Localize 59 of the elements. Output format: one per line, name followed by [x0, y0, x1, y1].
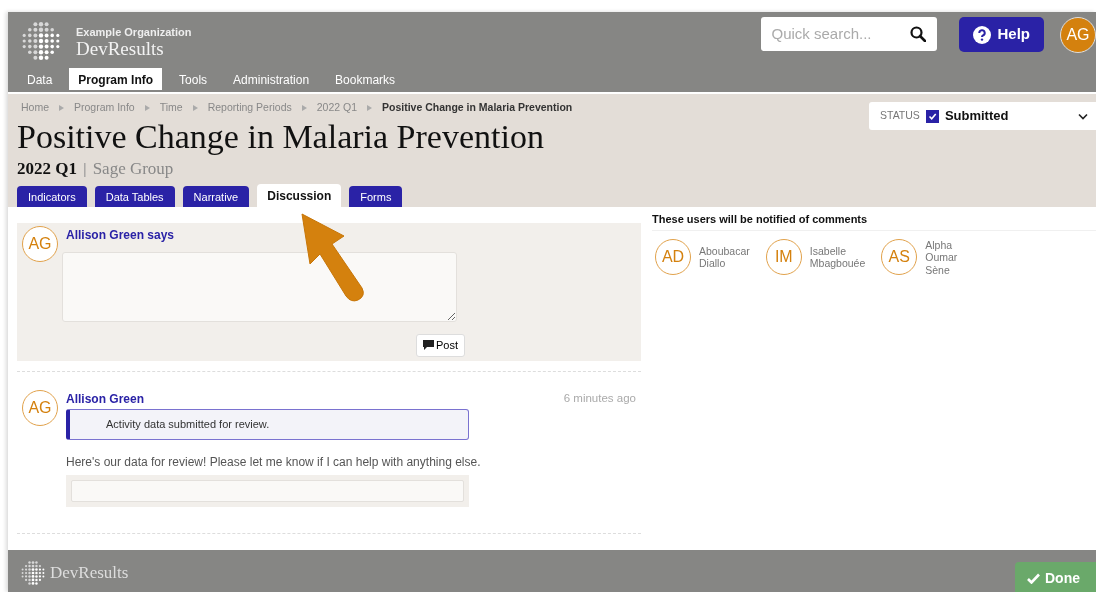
breadcrumb-item[interactable]: 2022 Q1 — [316, 100, 357, 116]
comment-author[interactable]: Allison Green — [66, 390, 481, 408]
comment-text: Here's our data for review! Please let me know if I can help with anything else. — [66, 453, 481, 471]
breadcrumb-item[interactable]: Program Info — [74, 100, 135, 116]
breadcrumb-item[interactable]: Home — [21, 100, 49, 116]
help-icon — [973, 25, 992, 44]
status-dropdown[interactable]: STATUS Submitted — [869, 102, 1096, 130]
nav-tab[interactable]: Data — [18, 68, 62, 90]
section-tab[interactable]: Data Tables — [94, 186, 175, 207]
search-button[interactable] — [899, 17, 938, 51]
breadcrumb-item[interactable]: Time — [159, 100, 183, 116]
user-avatar[interactable]: AG — [1060, 17, 1096, 53]
nav-tab[interactable]: Tools — [170, 68, 217, 90]
status-value: Submitted — [944, 107, 1010, 126]
logo-icon — [20, 20, 62, 62]
breadcrumb-separator-icon — [59, 104, 64, 111]
comment-input[interactable] — [62, 252, 457, 322]
help-button[interactable]: Help — [959, 17, 1044, 52]
notified-heading: These users will be notified of comments — [652, 211, 1096, 231]
breadcrumb-separator-icon — [367, 104, 372, 111]
breadcrumb-separator-icon — [192, 104, 198, 111]
section-tab[interactable]: Discussion — [257, 184, 342, 207]
breadcrumb-item[interactable]: Reporting Periods — [207, 100, 292, 116]
comment-author: Allison Green says — [66, 227, 176, 244]
user-name: Isabelle Mbagbouée — [809, 244, 866, 270]
comment-time: 6 minutes ago — [563, 391, 636, 406]
page-title: Positive Change in Malaria Prevention — [17, 119, 545, 154]
done-button[interactable]: Done — [1015, 562, 1096, 592]
status-label: STATUS — [880, 108, 920, 124]
search-icon — [910, 26, 927, 42]
user-avatar: AG — [22, 390, 58, 426]
period-label: 2022 Q1 — [17, 157, 77, 180]
breadcrumb-separator-icon — [144, 104, 150, 111]
nav-tab[interactable]: Administration — [224, 68, 319, 90]
post-button[interactable]: Post — [416, 334, 465, 357]
separator: | — [83, 159, 87, 179]
user-name: Aboubacar Diallo — [699, 244, 750, 270]
user-avatar: IM — [765, 239, 802, 276]
chevron-down-icon — [1078, 112, 1088, 120]
section-tab[interactable]: Narrative — [182, 186, 250, 207]
group-name: Sage Group — [92, 157, 174, 180]
app-name: DevResults — [76, 39, 165, 61]
footer-app-name: DevResults — [50, 562, 129, 584]
breadcrumb-item: Positive Change in Malaria Prevention — [382, 100, 573, 115]
status-event-note: Activity data submitted for review. — [66, 409, 469, 440]
user-avatar: AG — [22, 226, 58, 262]
search-field[interactable]: Quick search... — [761, 17, 900, 51]
section-tab[interactable]: Forms — [349, 186, 403, 207]
user-avatar: AS — [881, 239, 918, 276]
nav-tab[interactable]: Bookmarks — [326, 68, 405, 90]
organization-name: Example Organization — [76, 26, 192, 40]
speech-bubble-icon — [423, 340, 434, 351]
section-tab[interactable]: Indicators — [17, 186, 87, 207]
nav-tab[interactable]: Program Info — [69, 68, 163, 90]
user-name: Alpha Oumar Sène — [925, 238, 958, 277]
logo-icon — [20, 560, 46, 586]
breadcrumb-separator-icon — [301, 104, 307, 111]
user-avatar: AD — [655, 239, 691, 276]
checkmark-icon — [1027, 572, 1040, 584]
